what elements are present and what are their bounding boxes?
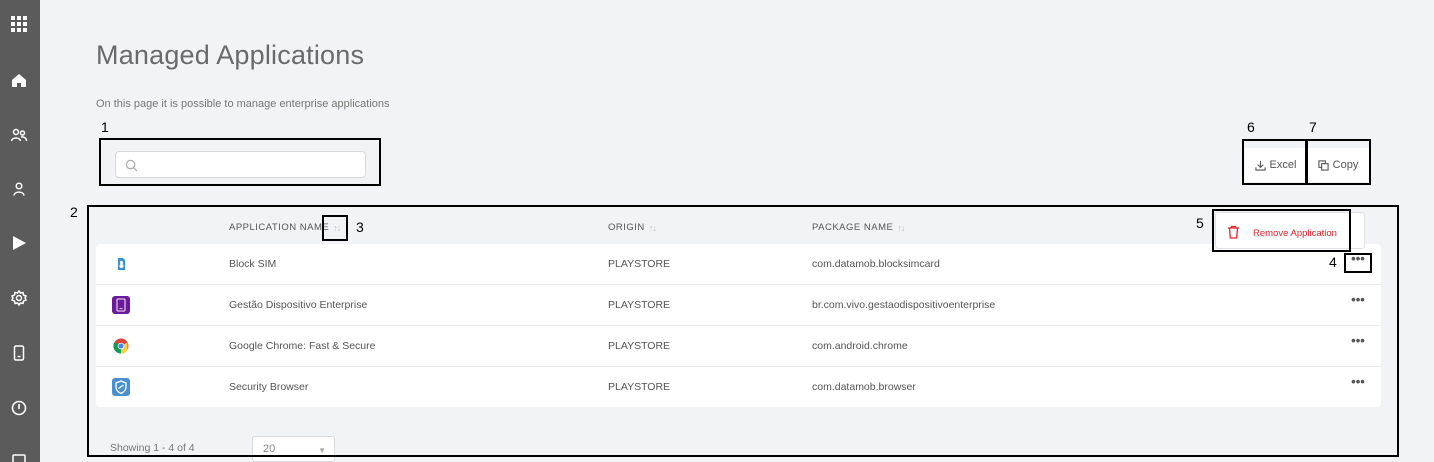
annotation-label-4: 4 [1329, 254, 1337, 270]
user-icon[interactable] [8, 178, 30, 200]
annotation-box-4 [1344, 253, 1372, 273]
settings-icon[interactable] [8, 287, 30, 309]
annotation-label-2: 2 [70, 204, 78, 220]
annotation-label-7: 7 [1309, 119, 1317, 135]
annotation-box-3 [322, 215, 348, 241]
annotation-box-1 [99, 138, 381, 186]
annotation-box-2 [87, 205, 1399, 457]
annotation-label-6: 6 [1247, 119, 1255, 135]
annotation-box-6 [1242, 139, 1308, 185]
device-icon[interactable] [8, 342, 30, 364]
page-subtitle: On this page it is possible to manage en… [96, 98, 390, 110]
list-icon[interactable] [8, 450, 30, 462]
play-store-icon[interactable] [8, 232, 30, 254]
annotation-box-7 [1305, 139, 1371, 185]
annotation-label-1: 1 [101, 119, 109, 135]
home-icon[interactable] [8, 69, 30, 91]
annotation-box-5 [1212, 209, 1351, 252]
power-icon[interactable] [8, 397, 30, 419]
page-title: Managed Applications [96, 40, 365, 70]
sidebar [0, 0, 40, 462]
annotation-label-3: 3 [356, 219, 364, 235]
users-group-icon[interactable] [8, 124, 30, 146]
annotation-label-5: 5 [1196, 215, 1204, 231]
apps-grid-icon[interactable] [8, 13, 30, 35]
